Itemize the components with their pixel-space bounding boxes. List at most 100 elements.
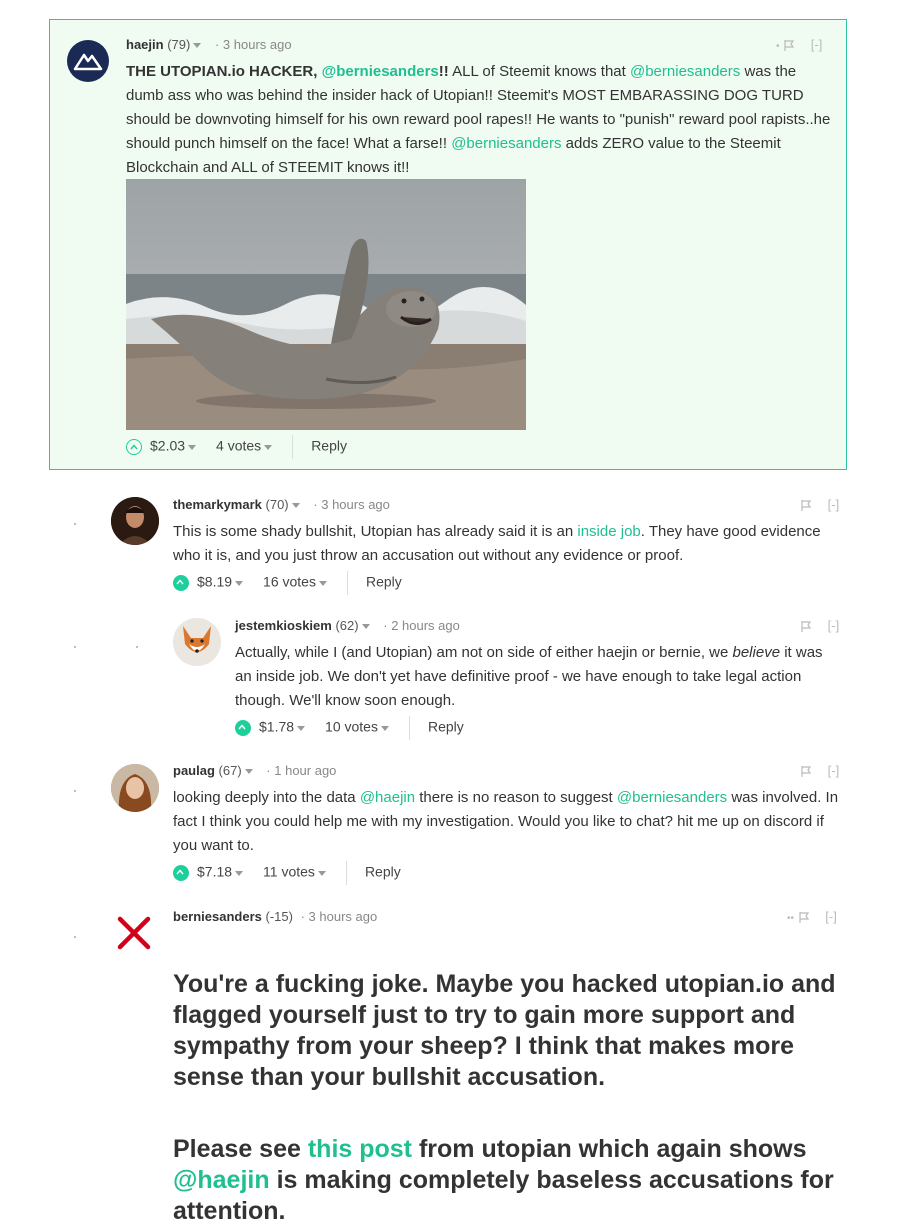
author-name[interactable]: jestemkioskiem (235, 618, 332, 633)
flag-icon[interactable] (800, 765, 812, 778)
comment-paragraph-2: Please see this post from utopian which … (173, 1134, 843, 1227)
mention-link[interactable]: @berniesanders (630, 63, 740, 80)
seal-photo (126, 179, 526, 430)
flag-icon[interactable] (783, 39, 795, 52)
payout-value[interactable]: $2.03 (150, 438, 185, 454)
body-text: there is no reason to suggest (415, 789, 617, 806)
comment-meta: haejin (79) · 3 hours ago (126, 37, 292, 52)
comment-actions: $1.78 10 votes Reply (235, 716, 464, 740)
reply-link[interactable]: Reply (428, 719, 464, 735)
flag-icon[interactable] (800, 620, 812, 633)
avatar-haejin[interactable] (67, 40, 109, 82)
thread-dot (74, 790, 76, 792)
thread-dot (74, 646, 76, 648)
comment-meta: jestemkioskiem (62) · 2 hours ago (235, 618, 460, 633)
comment-body: THE UTOPIAN.io HACKER, @berniesanders!! … (126, 60, 831, 180)
comment-actions: $7.18 11 votes Reply (173, 861, 401, 885)
payout-value[interactable]: $8.19 (197, 574, 232, 590)
chevron-down-icon[interactable] (380, 725, 389, 731)
person-photo-icon (111, 497, 159, 545)
mention-link[interactable]: @haejin (173, 1166, 270, 1194)
flag-icon[interactable] (800, 499, 812, 512)
upvote-icon[interactable] (235, 720, 251, 736)
body-text: from utopian which again shows (412, 1135, 807, 1163)
chevron-down-icon[interactable] (318, 580, 327, 586)
fox-icon (173, 618, 221, 666)
author-reputation: (67) (218, 763, 242, 778)
collapse-toggle[interactable]: [-] (811, 37, 823, 52)
timestamp[interactable]: 1 hour ago (274, 763, 336, 778)
body-text: This is some shady bullshit, Utopian has… (173, 523, 578, 540)
flag-icon[interactable] (798, 911, 810, 924)
comment-tools: [-] (800, 497, 839, 512)
reply-link[interactable]: Reply (311, 438, 347, 454)
author-name[interactable]: themarkymark (173, 497, 262, 512)
comment-meta: berniesanders (-15) · 3 hours ago (173, 909, 378, 924)
chevron-down-icon[interactable] (235, 580, 244, 586)
chevron-down-icon[interactable] (235, 870, 244, 876)
vote-count[interactable]: 4 votes (216, 438, 261, 454)
mention-link[interactable]: @haejin (360, 789, 415, 806)
comment-tools: • [-] (776, 37, 823, 52)
thread-dot (74, 936, 76, 938)
avatar-jestemkioskiem[interactable] (173, 618, 221, 666)
author-reputation: (70) (265, 497, 289, 512)
comment-meta: themarkymark (70) · 3 hours ago (173, 497, 390, 512)
upvote-icon[interactable] (126, 439, 142, 455)
upvote-icon[interactable] (173, 575, 189, 591)
comment-tools: •• [-] (787, 909, 837, 924)
author-reputation: (62) (335, 618, 359, 633)
collapse-toggle[interactable]: [-] (828, 618, 840, 633)
body-text: is making completely baseless accusation… (173, 1166, 834, 1225)
body-bold-end: !! (438, 63, 449, 80)
chevron-down-icon[interactable] (291, 503, 300, 509)
collapse-toggle[interactable]: [-] (828, 497, 840, 512)
vote-count[interactable]: 16 votes (263, 574, 316, 590)
mention-link[interactable]: @berniesanders (617, 789, 727, 806)
comment-meta: paulag (67) · 1 hour ago (173, 763, 337, 778)
chevron-down-icon[interactable] (264, 444, 273, 450)
upvote-icon[interactable] (173, 865, 189, 881)
chevron-down-icon[interactable] (297, 725, 306, 731)
comment-actions: $2.03 4 votes Reply (126, 435, 347, 459)
body-italic: believe (732, 644, 781, 661)
timestamp[interactable]: 3 hours ago (321, 497, 390, 512)
author-name[interactable]: berniesanders (173, 909, 262, 924)
timestamp[interactable]: 3 hours ago (309, 909, 378, 924)
comment-actions: $8.19 16 votes Reply (173, 571, 402, 595)
chevron-down-icon[interactable] (244, 769, 253, 775)
this-post-link[interactable]: this post (308, 1135, 412, 1163)
body-text: Please see (173, 1135, 308, 1163)
chevron-down-icon[interactable] (193, 43, 202, 49)
payout-value[interactable]: $7.18 (197, 864, 232, 880)
avatar-paulag[interactable] (111, 764, 159, 812)
collapse-toggle[interactable]: [-] (828, 763, 840, 778)
body-text: ALL of Steemit knows that (448, 63, 630, 80)
thread-dot (74, 523, 76, 525)
author-name[interactable]: paulag (173, 763, 215, 778)
vote-count[interactable]: 10 votes (325, 719, 378, 735)
flagged-x-icon (116, 915, 152, 951)
vote-count[interactable]: 11 votes (263, 864, 315, 880)
comment-tools: [-] (800, 763, 839, 778)
collapse-toggle[interactable]: [-] (825, 909, 837, 924)
chevron-down-icon[interactable] (188, 444, 197, 450)
body-text: Actually, while I (and Utopian) am not o… (235, 644, 733, 661)
reply-link[interactable]: Reply (366, 574, 402, 590)
timestamp[interactable]: 2 hours ago (391, 618, 460, 633)
mention-link[interactable]: @berniesanders (451, 135, 561, 152)
avatar-themarkymark[interactable] (111, 497, 159, 545)
timestamp[interactable]: 3 hours ago (223, 37, 292, 52)
chevron-down-icon[interactable] (317, 870, 326, 876)
reply-link[interactable]: Reply (365, 864, 401, 880)
comment-body: This is some shady bullshit, Utopian has… (173, 520, 841, 568)
author-name[interactable]: haejin (126, 37, 164, 52)
payout-value[interactable]: $1.78 (259, 719, 294, 735)
author-reputation: (-15) (265, 909, 293, 924)
comment-tools: [-] (800, 618, 839, 633)
inside-job-link[interactable]: inside job (577, 523, 640, 540)
comment-body: Actually, while I (and Utopian) am not o… (235, 641, 841, 713)
person-photo-icon (111, 764, 159, 812)
chevron-down-icon[interactable] (361, 624, 370, 630)
mention-link[interactable]: @berniesanders (322, 63, 439, 80)
